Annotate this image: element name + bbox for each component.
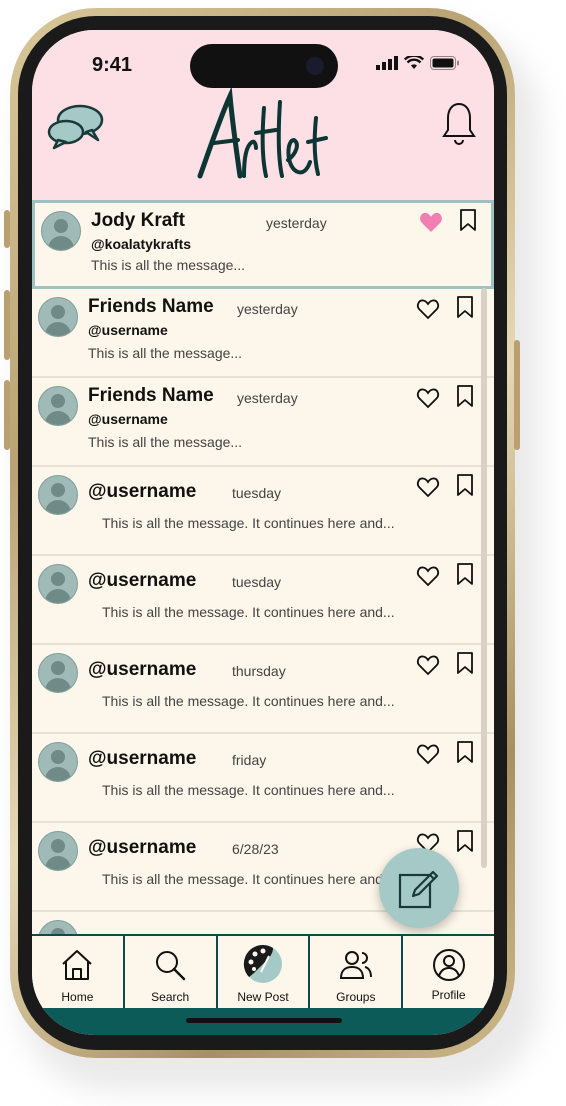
tab-label: Groups [336, 990, 376, 1004]
wifi-icon [404, 56, 424, 69]
app-screen: 9:41 Jody Kraft yesterday @koalatykrafts… [32, 30, 494, 1035]
home-icon [62, 950, 93, 980]
avatar[interactable] [38, 386, 78, 426]
avatar[interactable] [38, 742, 78, 782]
heart-icon[interactable] [416, 476, 440, 498]
sender-name: Friends Name [88, 385, 214, 406]
bookmark-icon[interactable] [456, 385, 474, 407]
message-feed[interactable]: Jody Kraft yesterday @koalatykrafts This… [32, 200, 494, 934]
heart-icon[interactable] [416, 298, 440, 320]
profile-icon [432, 949, 465, 981]
scrollbar[interactable] [481, 288, 487, 868]
message-preview: This is all the message. It continues he… [102, 782, 395, 798]
dynamic-island [190, 44, 338, 88]
message-time: yesterday [237, 390, 298, 406]
tab-profile[interactable]: Profile [403, 936, 494, 1010]
sender-handle: @username [88, 411, 168, 427]
bookmark-icon[interactable] [456, 652, 474, 674]
message-time: friday [232, 752, 267, 768]
message-preview: This is all the message... [88, 345, 243, 361]
home-indicator-area [32, 1008, 494, 1035]
bookmark-icon[interactable] [456, 296, 474, 318]
bookmark-icon[interactable] [456, 563, 474, 585]
message-time: 6/28/23 [232, 841, 279, 857]
message-time: yesterday [266, 215, 327, 231]
sender-name: Jody Kraft [91, 210, 185, 231]
search-icon [156, 951, 186, 981]
action-button [4, 210, 10, 248]
avatar[interactable] [38, 564, 78, 604]
message-row[interactable]: @username tuesday This is all the messag… [32, 467, 494, 556]
tab-label: New Post [237, 990, 289, 1004]
tab-search[interactable]: Search [125, 936, 218, 1010]
avatar[interactable] [38, 920, 78, 934]
heart-icon[interactable] [416, 743, 440, 765]
message-preview: This is all the message... [91, 257, 246, 273]
tab-label: Profile [431, 988, 466, 1002]
heart-icon[interactable] [416, 565, 440, 587]
sender-name: @username [88, 659, 197, 680]
chat-icon[interactable] [46, 102, 106, 152]
message-row[interactable]: @username friday This is all the message… [32, 734, 494, 823]
groups-icon [339, 951, 372, 979]
sender-handle: @koalatykrafts [91, 236, 192, 252]
message-preview: This is all the message. It continues he… [102, 693, 395, 709]
tab-label: Search [151, 990, 190, 1004]
message-time: tuesday [232, 574, 282, 590]
message-preview: This is all the message... [88, 434, 243, 450]
bookmark-icon[interactable] [456, 474, 474, 496]
message-row[interactable]: @username thursday This is all the messa… [32, 645, 494, 734]
message-time: yesterday [237, 301, 298, 317]
message-time: thursday [232, 663, 286, 679]
avatar[interactable] [41, 211, 81, 251]
sender-name: @username [88, 837, 197, 858]
heart-icon[interactable] [416, 654, 440, 676]
palette-icon [243, 944, 282, 983]
message-preview: This is all the message. It continues he… [102, 871, 395, 887]
avatar[interactable] [38, 831, 78, 871]
message-row[interactable]: Friends Name yesterday @username This is… [32, 289, 494, 378]
tab-new-post[interactable]: New Post [218, 936, 311, 1010]
status-time: 9:41 [92, 54, 133, 76]
app-logo [197, 88, 328, 179]
sender-name: @username [88, 748, 197, 769]
app-header: 9:41 [32, 30, 494, 200]
message-time: tuesday [232, 485, 282, 501]
compose-button[interactable] [379, 848, 459, 928]
bookmark-icon[interactable] [459, 209, 477, 231]
tab-home[interactable]: Home [32, 936, 125, 1010]
avatar[interactable] [38, 653, 78, 693]
message-row[interactable]: @username tuesday This is all the messag… [32, 556, 494, 645]
sender-name: Friends Name [88, 296, 214, 317]
sender-name: @username [88, 481, 197, 502]
message-row[interactable]: Jody Kraft yesterday @koalatykrafts This… [32, 200, 494, 289]
volume-up-button [4, 290, 10, 360]
cellular-icon [376, 56, 398, 70]
sender-handle: @username [88, 322, 168, 338]
volume-down-button [4, 380, 10, 450]
compose-icon [398, 870, 439, 909]
tab-bar: Home Search New Post Groups Profile [32, 934, 494, 1010]
status-icons [376, 56, 460, 70]
bookmark-icon[interactable] [456, 741, 474, 763]
bookmark-icon[interactable] [456, 830, 474, 852]
avatar[interactable] [38, 297, 78, 337]
heart-filled-icon[interactable] [419, 211, 443, 233]
message-preview: This is all the message. It continues he… [102, 604, 395, 620]
tab-label: Home [61, 990, 94, 1004]
message-row[interactable]: Friends Name yesterday @username This is… [32, 378, 494, 467]
message-preview: This is all the message. It continues he… [102, 515, 395, 531]
sender-name: @username [88, 570, 197, 591]
bell-icon[interactable] [442, 100, 476, 148]
heart-icon[interactable] [416, 387, 440, 409]
battery-icon [430, 56, 459, 70]
home-indicator[interactable] [186, 1018, 342, 1023]
power-button [514, 340, 520, 450]
avatar[interactable] [38, 475, 78, 515]
tab-groups[interactable]: Groups [310, 936, 404, 1010]
